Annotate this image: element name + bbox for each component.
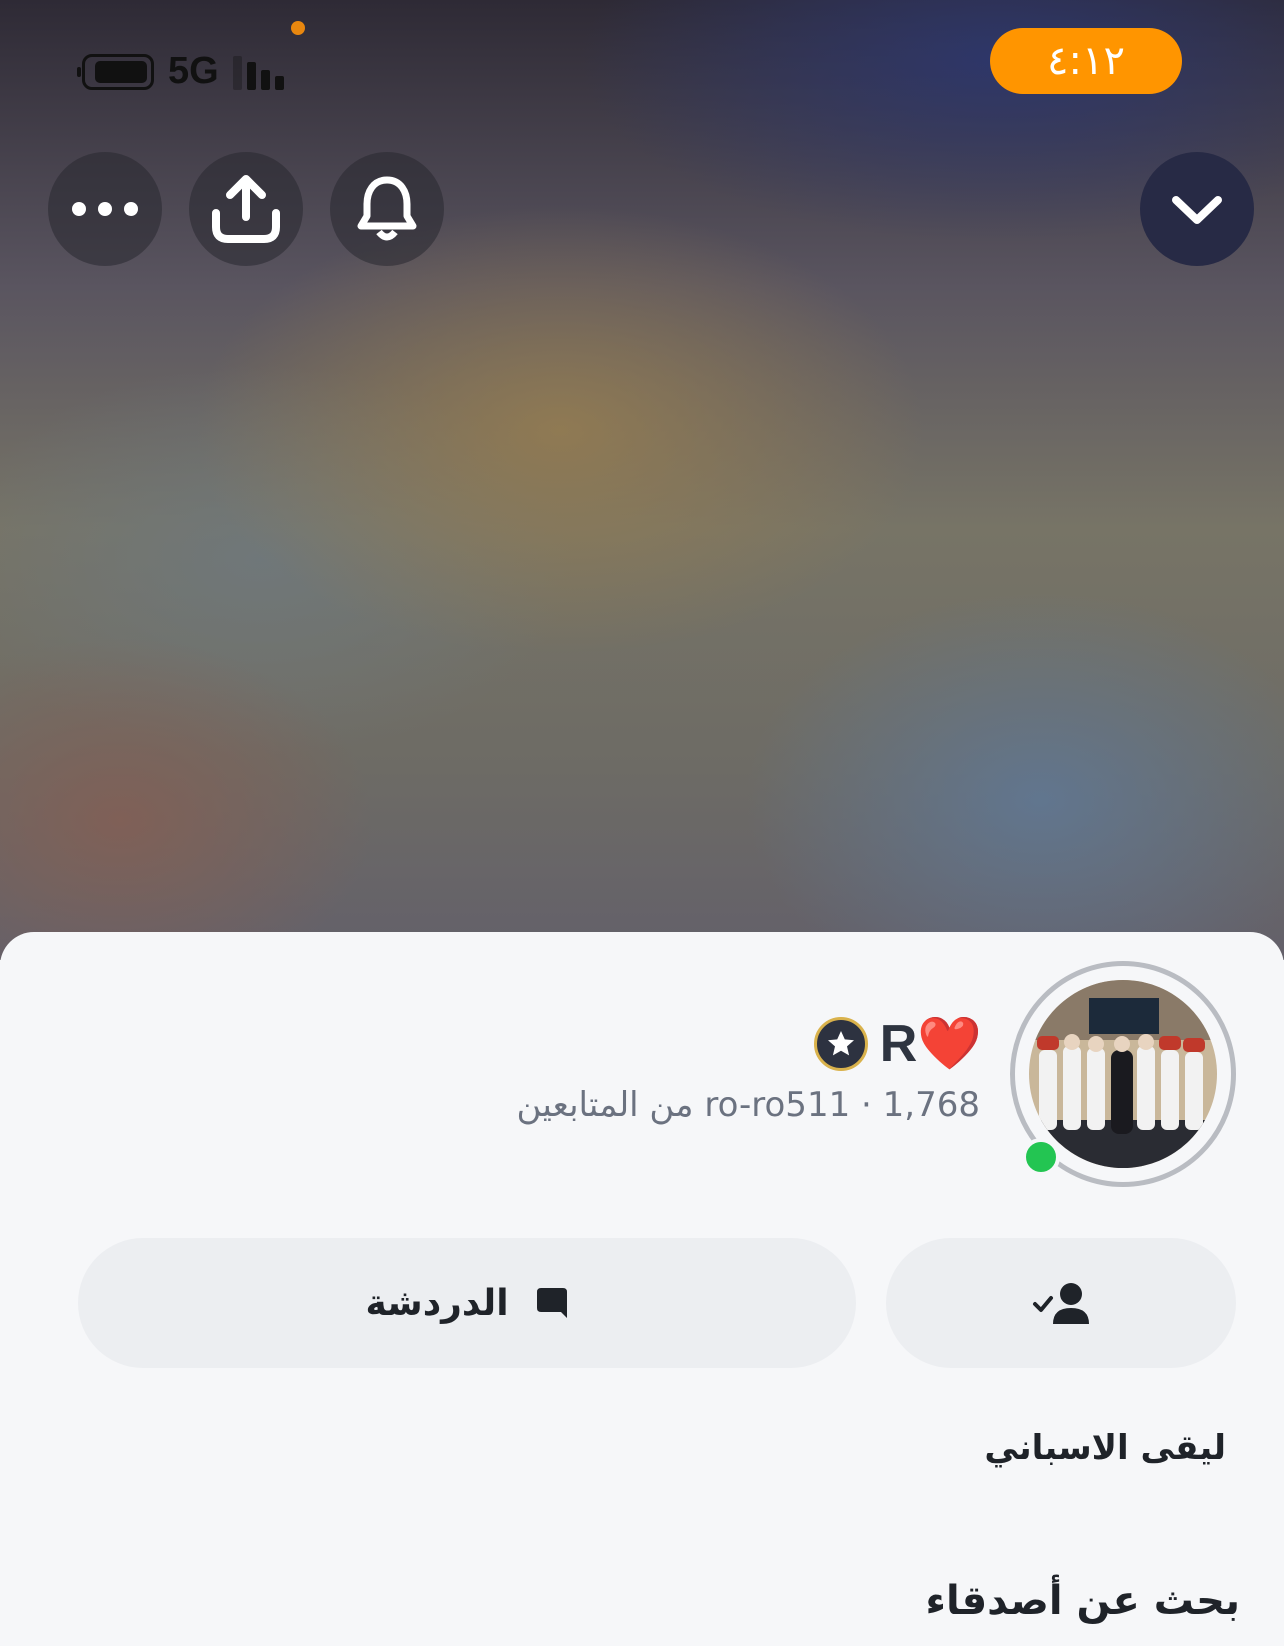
profile-subline: ro-ro511 · 1,768 من المتابعين [517, 1085, 980, 1125]
network-type: 5G [168, 50, 219, 92]
find-friends-title: بحث عن أصدقاء [925, 1578, 1241, 1624]
online-status-dot [1022, 1138, 1060, 1176]
avatar[interactable] [1029, 980, 1217, 1168]
followers-count[interactable]: 1,768 [883, 1085, 980, 1125]
profile-name-row: R❤️ [813, 1013, 982, 1074]
chat-bubble-icon [536, 1288, 567, 1318]
battery-icon [77, 53, 154, 90]
star-badge-icon[interactable] [813, 1016, 868, 1071]
signal-bars-icon [232, 54, 284, 90]
ellipsis-icon [72, 202, 138, 216]
privacy-indicator-dot [291, 21, 305, 35]
chat-button[interactable]: الدردشة [78, 1238, 856, 1368]
avatar-photo [1029, 980, 1217, 1168]
profile-bio: ليقى الاسباني [984, 1428, 1226, 1468]
status-time[interactable]: ٤:١٢ [990, 28, 1182, 94]
share-upload-icon [212, 175, 280, 243]
friend-status-button[interactable] [886, 1238, 1236, 1368]
profile-header-background [0, 0, 1284, 960]
notifications-button[interactable] [330, 152, 444, 266]
chevron-down-icon [1172, 196, 1222, 224]
separator: · [861, 1085, 872, 1125]
more-button[interactable] [48, 152, 162, 266]
display-name: R❤️ [879, 1015, 982, 1073]
followers-label[interactable]: من المتابعين [517, 1085, 694, 1125]
collapse-button[interactable] [1140, 152, 1254, 266]
status-bar-left: 5G [77, 50, 284, 93]
friend-added-icon [1033, 1283, 1089, 1324]
share-button[interactable] [189, 152, 303, 266]
bell-icon [357, 176, 417, 241]
chat-button-label: الدردشة [365, 1282, 509, 1324]
username[interactable]: ro-ro511 [704, 1085, 850, 1125]
